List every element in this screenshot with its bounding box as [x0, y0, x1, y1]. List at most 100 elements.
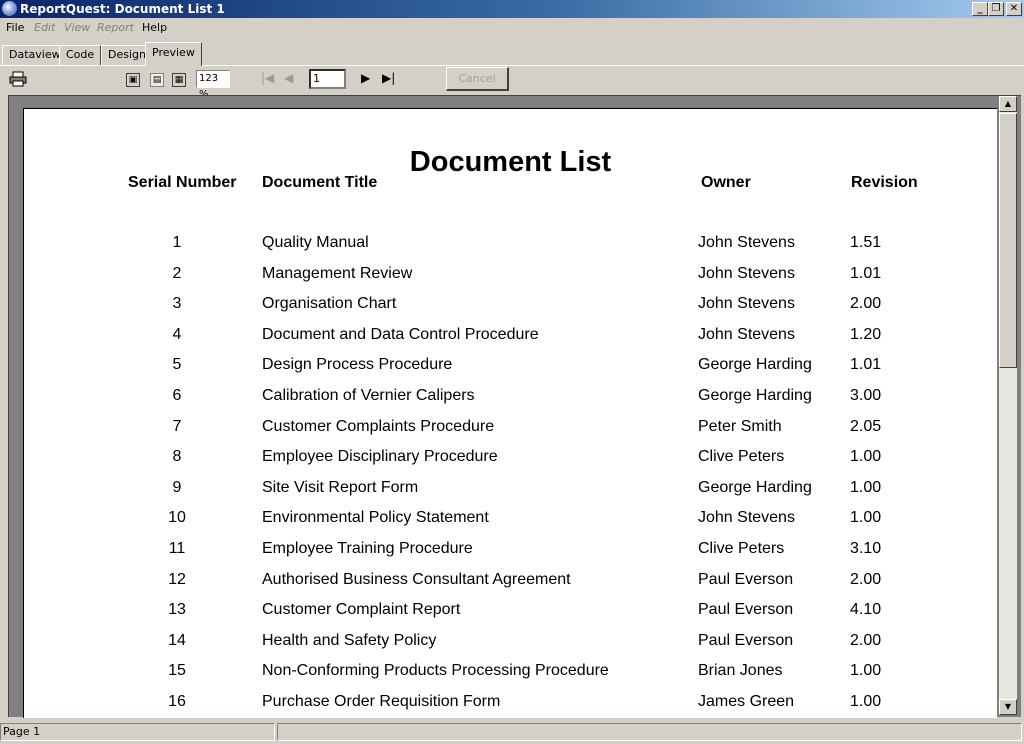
table-row: 4 Document and Data Control Procedure John… — [24, 325, 997, 345]
cell-owner: Paul Everson — [698, 631, 794, 649]
cell-title: Document and Data Control Procedure — [262, 325, 539, 343]
table-row: 10 Environmental Policy Statement John Ste… — [24, 508, 997, 528]
minimize-button[interactable]: _ — [972, 2, 988, 16]
scroll-thumb[interactable] — [999, 113, 1017, 368]
cell-revision: 2.05 — [850, 417, 882, 435]
table-row: 1 Quality Manual John Stevens 1.51 — [24, 233, 997, 253]
cell-owner: Brian Jones — [698, 662, 783, 680]
cell-owner: John Stevens — [698, 295, 795, 313]
multi-page-icon[interactable]: ▦ — [172, 73, 186, 87]
cell-revision: 1.00 — [850, 509, 882, 527]
tab-preview[interactable]: Preview — [145, 42, 202, 66]
cell-owner: George Harding — [698, 387, 812, 404]
scroll-down-icon[interactable]: ▼ — [999, 699, 1017, 715]
cell-title: Employee Training Procedure — [262, 540, 473, 557]
restore-button[interactable]: ❐ — [988, 2, 1004, 16]
cell-revision: 1.00 — [850, 693, 882, 710]
status-bar: Page 1 — [0, 722, 1024, 744]
table-row: 12 Authorised Business Consultant Agreeme… — [24, 570, 997, 590]
table-row: 5 Design Process Procedure George Harding 1… — [24, 355, 997, 375]
cell-revision: 1.20 — [850, 325, 882, 343]
cell-revision: 1.01 — [850, 356, 882, 374]
cell-title: Customer Complaint Report — [262, 601, 461, 619]
cell-title: Authorised Business Consultant Agreement — [262, 570, 571, 588]
menu-file[interactable]: File — [6, 21, 24, 34]
table-row: 11 Employee Training Procedure Clive Peter… — [24, 539, 997, 559]
status-page: Page 1 — [0, 723, 275, 741]
page-width-icon[interactable]: ▤ — [150, 73, 164, 87]
cell-serial: 5 — [172, 356, 182, 374]
tab-code[interactable]: Code — [59, 45, 102, 65]
cell-serial: 10 — [168, 509, 186, 527]
header-owner: Owner — [701, 174, 751, 191]
cell-serial: 6 — [172, 387, 182, 404]
cell-serial: 8 — [172, 448, 182, 466]
cell-revision: 1.01 — [850, 264, 882, 282]
first-page-icon[interactable]: |◀ — [261, 71, 274, 85]
cell-title: Calibration of Vernier Calipers — [262, 387, 475, 404]
single-page-icon[interactable]: ▣ — [126, 73, 140, 87]
cell-owner: John Stevens — [698, 509, 795, 527]
menu-bar: File Edit View Report Help — [0, 18, 1024, 38]
view-tabs: Dataview Code Design Preview — [0, 42, 1024, 66]
table-row: 7 Customer Complaints Procedure Peter Smit… — [24, 417, 997, 437]
cell-revision: 1.00 — [850, 662, 882, 680]
table-row: 15 Non-Conforming Products Processing Pro… — [24, 661, 997, 681]
cell-title: Customer Complaints Procedure — [262, 417, 495, 435]
cell-title: Health and Safety Policy — [262, 631, 437, 649]
cell-revision: 2.00 — [850, 631, 882, 649]
last-page-icon[interactable]: ▶| — [382, 71, 395, 85]
next-page-icon[interactable]: ▶ — [361, 71, 370, 85]
cancel-button[interactable]: Cancel — [446, 67, 509, 91]
cell-title: Management Review — [262, 264, 413, 282]
menu-edit[interactable]: Edit — [34, 21, 55, 34]
table-row: 2 Management Review John Stevens 1.01 — [24, 264, 997, 284]
cell-title: Employee Disciplinary Procedure — [262, 448, 498, 466]
cell-owner: John Stevens — [698, 264, 795, 282]
cell-revision: 3.10 — [850, 540, 882, 557]
cell-serial: 11 — [168, 540, 186, 557]
table-row: 6 Calibration of Vernier Calipers George H… — [24, 386, 997, 406]
app-icon[interactable] — [2, 1, 17, 16]
cell-serial: 7 — [172, 417, 182, 435]
report-page: Document List Serial Number Document Tit… — [23, 108, 997, 718]
cell-serial: 4 — [172, 325, 182, 343]
cell-title: Purchase Order Requisition Form — [262, 693, 501, 710]
header-revision: Revision — [851, 174, 918, 191]
vertical-scrollbar[interactable]: ▲ ▼ — [999, 96, 1017, 715]
print-icon[interactable] — [9, 71, 27, 87]
title-bar: ReportQuest: Document List 1 _ ❐ ✕ — [0, 0, 1024, 18]
cell-serial: 15 — [168, 662, 186, 680]
menu-report[interactable]: Report — [97, 21, 134, 34]
cell-revision: 2.00 — [850, 570, 882, 588]
page-number-input[interactable]: 1 — [309, 69, 346, 89]
preview-toolbar: ▣ ▤ ▦ 123 % |◀ ◀ 1 ▶ ▶| Cancel — [0, 66, 1024, 100]
cell-serial: 13 — [168, 601, 186, 619]
zoom-field[interactable]: 123 % — [196, 70, 230, 100]
cell-title: Organisation Chart — [262, 295, 397, 313]
scroll-up-icon[interactable]: ▲ — [999, 96, 1017, 112]
menu-view[interactable]: View — [64, 21, 90, 34]
close-button[interactable]: ✕ — [1006, 2, 1022, 16]
cell-owner: George Harding — [698, 478, 812, 496]
header-document-title: Document Title — [262, 174, 378, 191]
cell-owner: Paul Everson — [698, 601, 794, 619]
cell-title: Non-Conforming Products Processing Proce… — [262, 662, 609, 680]
cell-serial: 2 — [172, 264, 182, 282]
header-serial-number: Serial Number — [128, 174, 237, 191]
cell-serial: 1 — [172, 234, 182, 251]
cell-owner: John Stevens — [698, 234, 795, 251]
cell-revision: 1.00 — [850, 478, 882, 496]
menu-help[interactable]: Help — [142, 21, 167, 34]
window-title: ReportQuest: Document List 1 — [20, 2, 225, 16]
prev-page-icon[interactable]: ◀ — [284, 71, 293, 85]
cell-owner: Paul Everson — [698, 570, 794, 588]
tab-dataview[interactable]: Dataview — [2, 45, 68, 65]
cell-serial: 12 — [168, 570, 186, 588]
cell-owner: James Green — [698, 693, 795, 710]
cell-serial: 3 — [172, 295, 182, 313]
cell-serial: 14 — [168, 631, 186, 649]
table-row: 16 Purchase Order Requisition Form James G… — [24, 692, 997, 712]
cell-title: Environmental Policy Statement — [262, 509, 489, 527]
cell-owner: George Harding — [698, 356, 812, 374]
